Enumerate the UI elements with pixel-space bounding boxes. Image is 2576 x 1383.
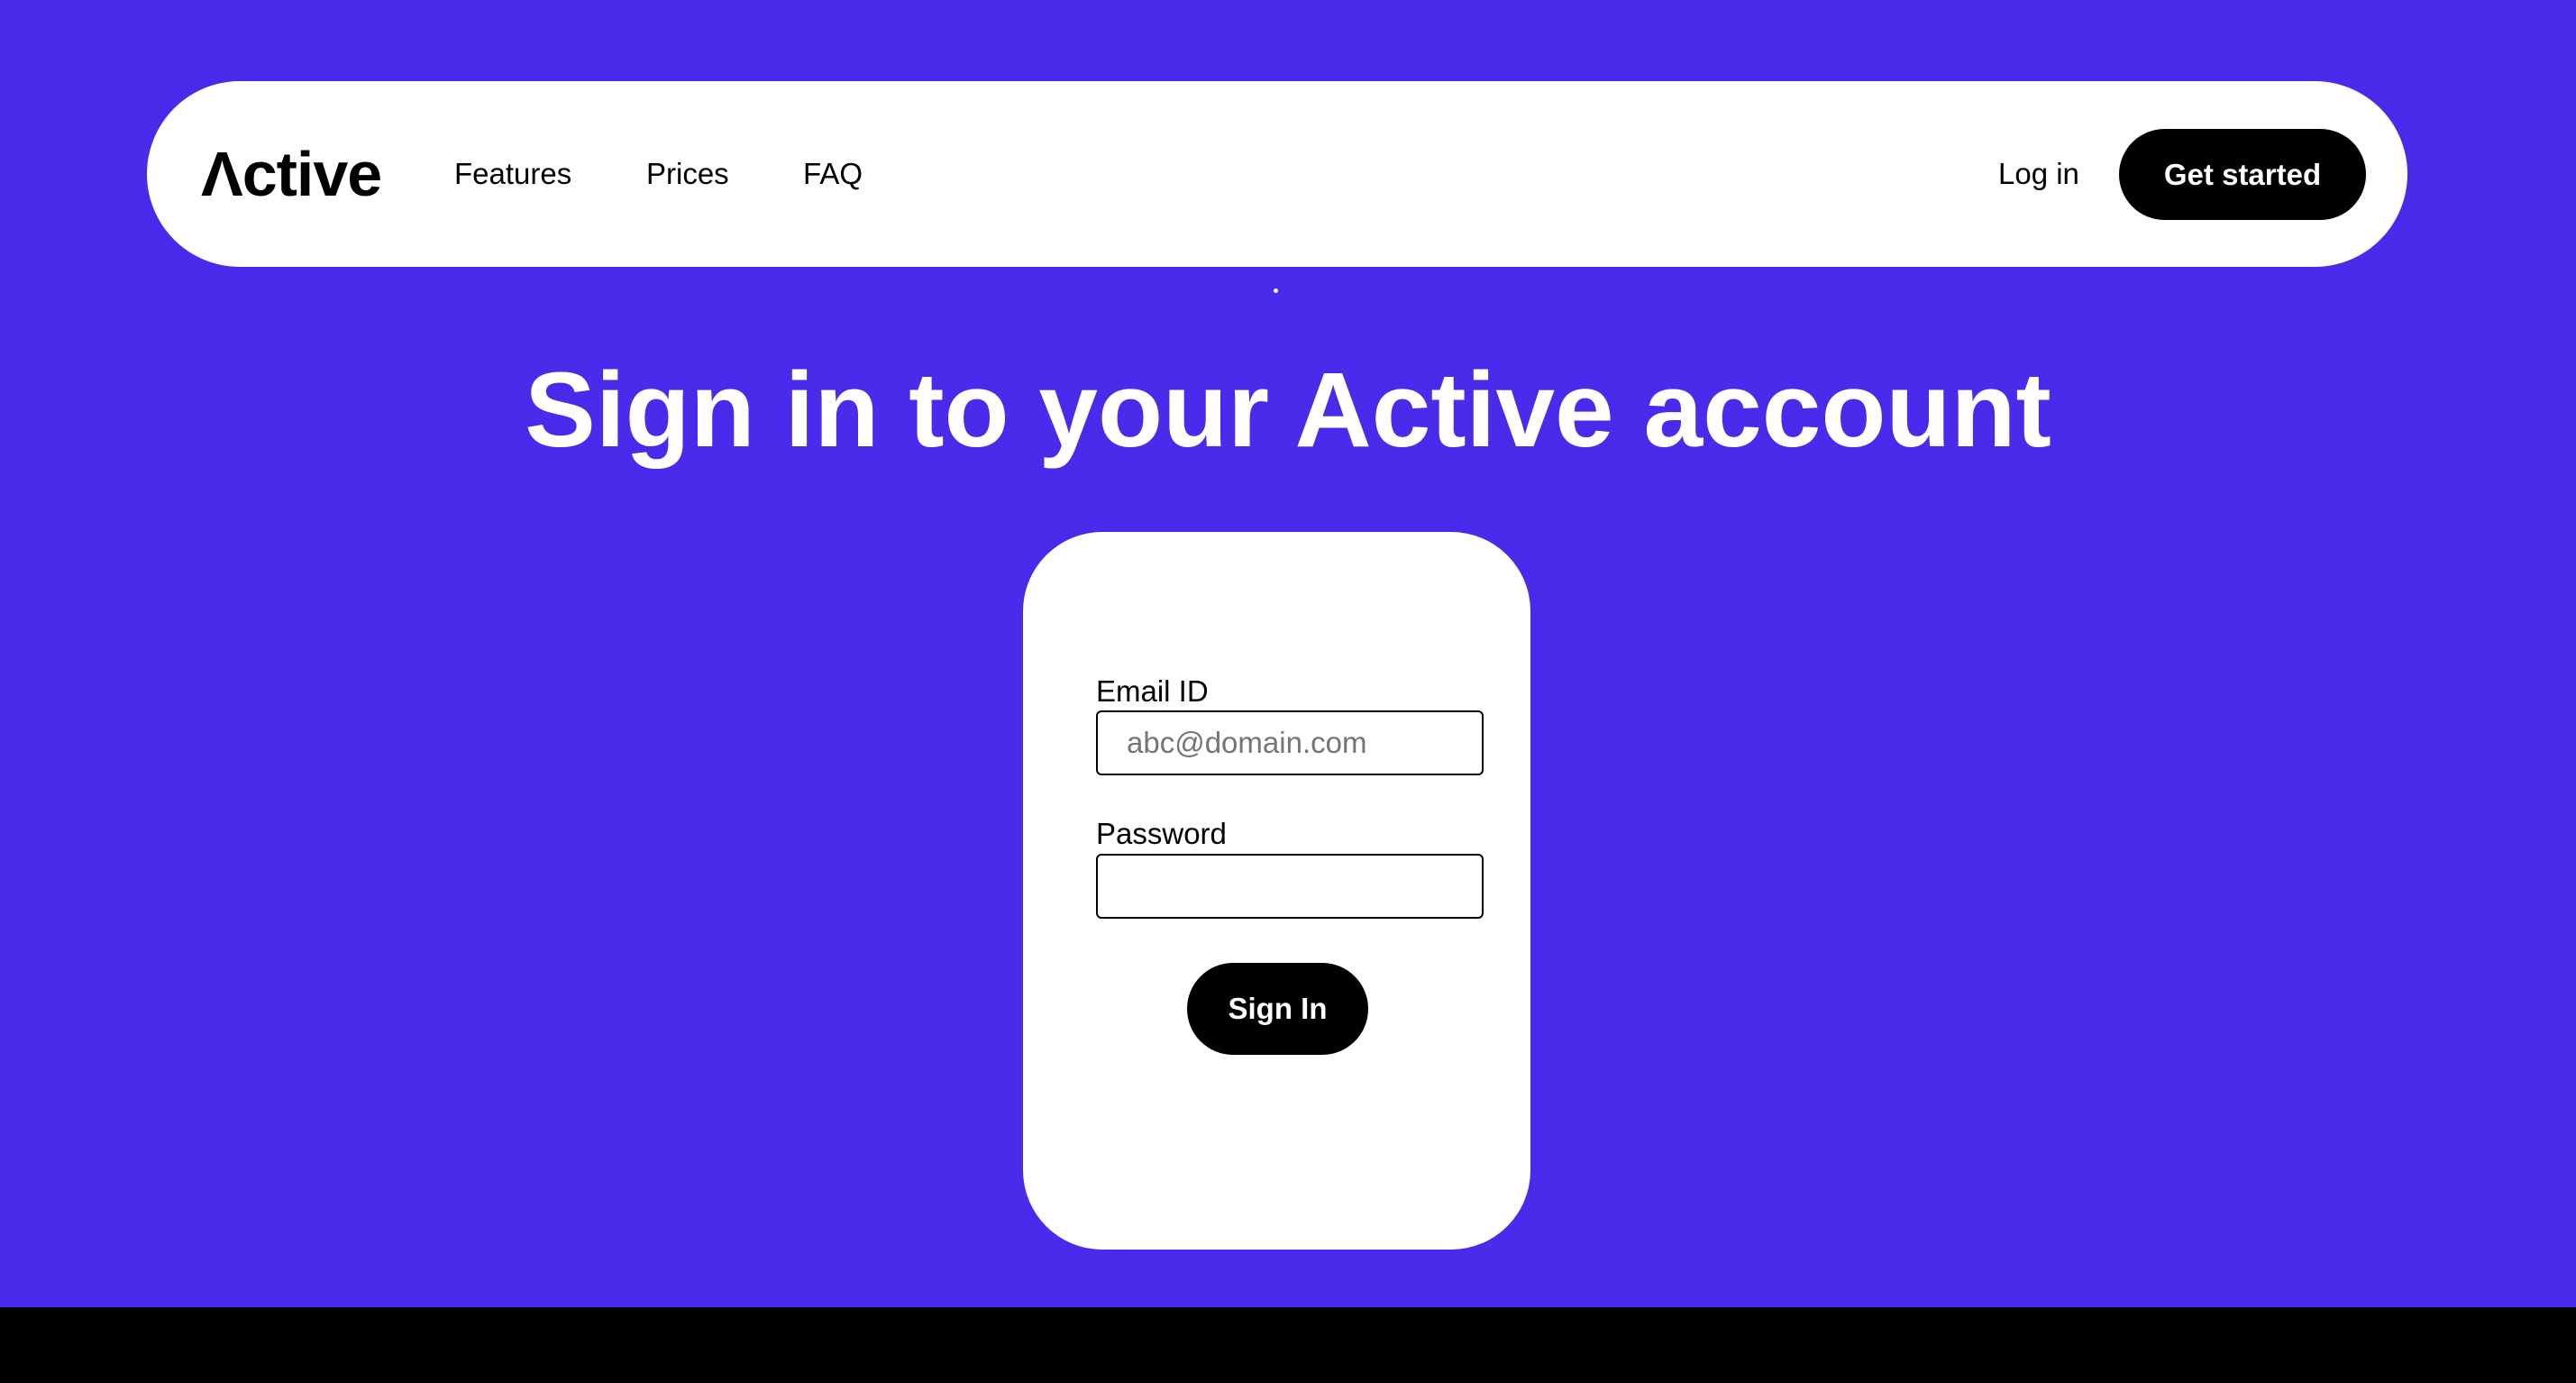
footer-bar xyxy=(0,1307,2576,1383)
top-navbar: Λctive Features Prices FAQ Log in Get st… xyxy=(147,81,2407,267)
password-label: Password xyxy=(1096,817,1227,850)
nav-link-faq[interactable]: FAQ xyxy=(803,81,863,267)
decorative-dot xyxy=(1274,289,1278,293)
login-link[interactable]: Log in xyxy=(1998,81,2079,267)
nav-link-features[interactable]: Features xyxy=(454,81,571,267)
page-title: Sign in to your Active account xyxy=(525,351,2051,470)
password-input[interactable] xyxy=(1096,854,1484,919)
sign-in-button[interactable]: Sign In xyxy=(1187,963,1368,1055)
email-label: Email ID xyxy=(1096,674,1209,708)
brand-logo[interactable]: Λctive xyxy=(201,81,382,267)
sign-in-card: Email ID Password Sign In xyxy=(1023,532,1530,1250)
get-started-button[interactable]: Get started xyxy=(2119,129,2366,220)
nav-link-prices[interactable]: Prices xyxy=(646,81,729,267)
email-input[interactable] xyxy=(1096,710,1484,775)
